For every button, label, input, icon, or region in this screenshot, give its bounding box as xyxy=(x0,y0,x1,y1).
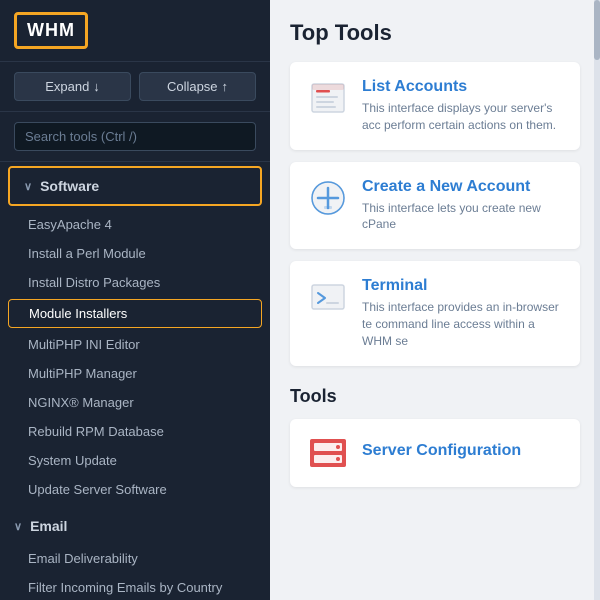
software-nav-items: EasyApache 4 Install a Perl Module Insta… xyxy=(0,210,270,504)
list-accounts-desc: This interface displays your server's ac… xyxy=(362,100,562,134)
sidebar-logo-area: WHM xyxy=(0,0,270,62)
server-configuration-body: Server Configuration xyxy=(362,442,562,464)
expand-arrow-icon: ↓ xyxy=(93,79,100,94)
create-account-body: Create a New Account This interface lets… xyxy=(362,178,562,234)
nav-item-install-distro-packages[interactable]: Install Distro Packages xyxy=(0,268,270,297)
nav-item-easyapache4[interactable]: EasyApache 4 xyxy=(0,210,270,239)
nav-item-multiphp-ini-editor[interactable]: MultiPHP INI Editor xyxy=(0,330,270,359)
email-chevron-icon: ∨ xyxy=(14,520,22,533)
nav-item-system-update[interactable]: System Update xyxy=(0,446,270,475)
nav-item-multiphp-manager[interactable]: MultiPHP Manager xyxy=(0,359,270,388)
scrollbar-thumb[interactable] xyxy=(594,0,600,60)
list-accounts-body: List Accounts This interface displays yo… xyxy=(362,78,562,134)
server-configuration-title: Server Configuration xyxy=(362,442,562,460)
tools-section-title: Tools xyxy=(290,386,580,407)
nav-item-install-perl-module[interactable]: Install a Perl Module xyxy=(0,239,270,268)
collapse-button[interactable]: Collapse ↑ xyxy=(139,72,256,101)
email-section-label: Email xyxy=(30,518,67,534)
list-accounts-icon xyxy=(308,78,348,118)
terminal-body: Terminal This interface provides an in-b… xyxy=(362,277,562,349)
nav-item-update-server-software[interactable]: Update Server Software xyxy=(0,475,270,504)
nav-item-filter-incoming-emails-by-country[interactable]: Filter Incoming Emails by Country xyxy=(0,573,270,600)
create-account-desc: This interface lets you create new cPane xyxy=(362,200,562,234)
email-section-header[interactable]: ∨ Email xyxy=(0,508,270,544)
server-configuration-card[interactable]: Server Configuration xyxy=(290,419,580,487)
terminal-card[interactable]: Terminal This interface provides an in-b… xyxy=(290,261,580,365)
main-content: Top Tools List Accounts This interface d… xyxy=(270,0,600,600)
sidebar: WHM Expand ↓ Collapse ↑ ∨ Software EasyA… xyxy=(0,0,270,600)
expand-button[interactable]: Expand ↓ xyxy=(14,72,131,101)
expand-label: Expand xyxy=(45,79,89,94)
software-section: ∨ Software EasyApache 4 Install a Perl M… xyxy=(0,162,270,504)
nav-item-email-deliverability[interactable]: Email Deliverability xyxy=(0,544,270,573)
list-accounts-title: List Accounts xyxy=(362,78,562,96)
nav-item-module-installers[interactable]: Module Installers xyxy=(8,299,262,328)
terminal-desc: This interface provides an in-browser te… xyxy=(362,299,562,349)
terminal-title: Terminal xyxy=(362,277,562,295)
email-section: ∨ Email Email Deliverability Filter Inco… xyxy=(0,504,270,600)
software-section-header[interactable]: ∨ Software xyxy=(8,166,262,206)
software-section-label: Software xyxy=(40,178,99,194)
collapse-label: Collapse xyxy=(167,79,218,94)
collapse-arrow-icon: ↑ xyxy=(222,79,229,94)
top-tools-title: Top Tools xyxy=(290,20,580,46)
terminal-icon xyxy=(308,277,348,317)
scrollbar[interactable] xyxy=(594,0,600,600)
tools-section: Tools Server Configuration xyxy=(290,386,580,487)
nav-item-rebuild-rpm-database[interactable]: Rebuild RPM Database xyxy=(0,417,270,446)
create-account-card[interactable]: Create a New Account This interface lets… xyxy=(290,162,580,250)
search-input[interactable] xyxy=(14,122,256,151)
sidebar-actions: Expand ↓ Collapse ↑ xyxy=(0,62,270,112)
nav-item-nginx-manager[interactable]: NGINX® Manager xyxy=(0,388,270,417)
create-account-title: Create a New Account xyxy=(362,178,562,196)
whm-logo: WHM xyxy=(14,12,88,49)
server-config-icon xyxy=(308,433,348,473)
sidebar-search-area xyxy=(0,112,270,162)
email-nav-items: Email Deliverability Filter Incoming Ema… xyxy=(0,544,270,600)
list-accounts-card[interactable]: List Accounts This interface displays yo… xyxy=(290,62,580,150)
create-account-icon xyxy=(308,178,348,218)
software-chevron-icon: ∨ xyxy=(24,180,32,193)
